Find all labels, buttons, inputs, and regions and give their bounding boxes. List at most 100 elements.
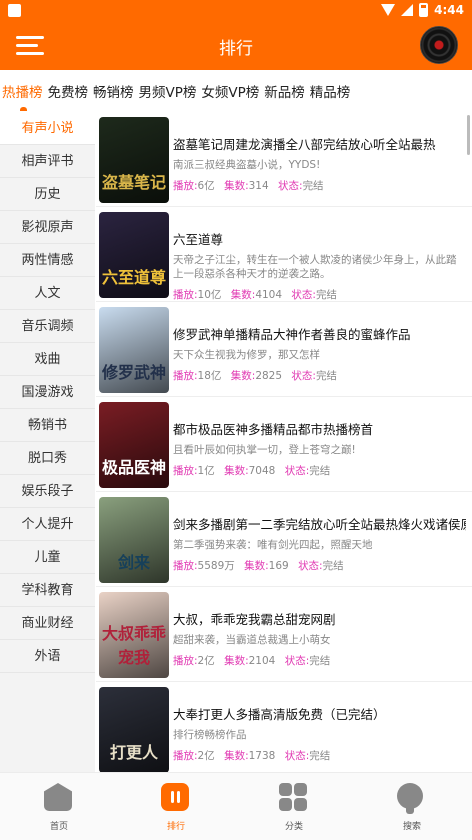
list-item[interactable]: 打更人 大奉打更人多播高清版免费（已完结） 排行榜畅榜作品 播放:2亿 集数:1…: [96, 682, 472, 772]
tab-1[interactable]: 免费榜: [48, 81, 89, 101]
tab-6[interactable]: 精品榜: [310, 81, 351, 101]
list-item[interactable]: 大叔乖乖宠我 大叔，乖乖宠我霸总甜宠网剧 超甜来袭，当霸道总裁遇上小萌女 播放:…: [96, 587, 472, 682]
nav-search-label: 搜索: [402, 822, 421, 832]
book-meta: 播放:18亿 集数:2825 状态:完结: [173, 368, 466, 383]
vinyl-disc-icon[interactable]: [420, 26, 458, 64]
sidebar-item[interactable]: 畅销书: [0, 409, 95, 442]
cover-title: 盗墓笔记: [101, 173, 166, 192]
sidebar-item[interactable]: 两性情感: [0, 244, 95, 277]
episodes-label: 集数:: [224, 465, 249, 477]
plays-label: 播放:: [173, 655, 198, 667]
state-value: 完结: [315, 289, 337, 301]
nav-home[interactable]: 首页: [19, 783, 99, 832]
episodes-label: 集数:: [230, 289, 256, 301]
list-item[interactable]: 盗墓笔记 盗墓笔记周建龙演播全八部完结放心听全站最热 南派三叔经典盗墓小说，YY…: [96, 112, 472, 207]
state-label: 状态:: [278, 180, 303, 192]
tab-0[interactable]: 热播榜: [2, 81, 43, 111]
state-label: 状态:: [291, 370, 316, 382]
sidebar-item[interactable]: 学科教育: [0, 574, 95, 607]
category-sidebar: 有声小说 相声评书 历史 影视原声 两性情感 人文 音乐调频 戏曲 国漫游戏 畅销书 脱口秀 娱乐段子…: [0, 112, 95, 772]
tab-5[interactable]: 新品榜: [264, 81, 305, 101]
sidebar-item[interactable]: 音乐调频: [0, 310, 95, 343]
nav-category-label: 分类: [284, 822, 303, 832]
sidebar-item[interactable]: 有声小说: [0, 112, 95, 145]
sidebar-item[interactable]: 商业财经: [0, 607, 95, 640]
cover-title: 修罗武神: [101, 363, 166, 382]
state-value: 完结: [309, 465, 331, 477]
list-item[interactable]: 六至道尊 六至道尊 天帝之子江尘，转生在一个被人欺凌的诸侯少年身上，从此踏上一段…: [96, 207, 472, 302]
book-desc: 天下众生视我为修罗，那又怎样: [173, 349, 320, 361]
book-cover: 打更人: [99, 687, 169, 772]
notification-icon: [8, 4, 21, 17]
bottom-nav: 首页 排行 分类 搜索: [0, 772, 472, 840]
list-item[interactable]: 剑来 剑来多播剧第一二季完结放心听全站最热烽火戏诸侯原著 第二季强势来袭：唯有剑…: [96, 492, 472, 587]
book-desc: 第二季强势来袭：唯有剑光四起，照醒天地: [173, 539, 373, 551]
book-meta: 播放:10亿 集数:4104 状态:完结: [173, 287, 466, 302]
book-meta: 播放:1亿 集数:7048 状态:完结: [173, 463, 466, 478]
plays-value: 6亿: [197, 180, 215, 192]
sidebar-item[interactable]: 外语: [0, 640, 95, 673]
nav-category[interactable]: 分类: [254, 783, 334, 832]
state-value: 完结: [322, 560, 344, 572]
sidebar-item[interactable]: 娱乐段子: [0, 475, 95, 508]
state-label: 状态:: [284, 750, 310, 762]
sidebar-item[interactable]: 历史: [0, 178, 95, 211]
book-meta: 播放:5589万 集数:169 状态:完结: [173, 558, 466, 573]
episodes-value: 2825: [255, 370, 283, 382]
book-list: 盗墓笔记 盗墓笔记周建龙演播全八部完结放心听全站最热 南派三叔经典盗墓小说，YY…: [96, 112, 472, 772]
book-title: 大奉打更人多播高清版免费（已完结）: [173, 707, 386, 722]
search-icon: [397, 783, 423, 814]
episodes-label: 集数:: [244, 560, 269, 572]
episodes-value: 7048: [248, 465, 276, 477]
nav-home-label: 首页: [49, 822, 68, 832]
sidebar-item[interactable]: 人文: [0, 277, 95, 310]
book-desc: 天帝之子江尘，转生在一个被人欺凌的诸侯少年身上，从此踏上一段惡杀各种天才的逆袭之…: [173, 254, 457, 280]
sidebar-item[interactable]: 戏曲: [0, 343, 95, 376]
nav-search[interactable]: 搜索: [372, 783, 452, 832]
battery-icon: [419, 3, 429, 17]
plays-value: 1亿: [197, 465, 215, 477]
sidebar-item[interactable]: 国漫游戏: [0, 376, 95, 409]
book-cover: 修罗武神: [99, 307, 169, 393]
tab-3[interactable]: 男频VP榜: [139, 81, 197, 101]
state-label: 状态:: [284, 465, 310, 477]
cover-title: 剑来: [117, 553, 150, 572]
cover-title: 打更人: [109, 743, 158, 762]
book-title: 修罗武神单播精品大神作者善良的蜜蜂作品: [173, 327, 411, 342]
state-value: 完结: [309, 750, 331, 762]
plays-value: 5589万: [197, 560, 235, 572]
plays-value: 18亿: [197, 370, 222, 382]
plays-label: 播放:: [173, 370, 198, 382]
sidebar-item[interactable]: 影视原声: [0, 211, 95, 244]
book-meta: 播放:6亿 集数:314 状态:完结: [173, 178, 466, 193]
nav-rank[interactable]: 排行: [136, 783, 216, 832]
plays-label: 播放:: [173, 560, 198, 572]
episodes-value: 314: [248, 180, 269, 192]
tab-4[interactable]: 女频VP榜: [201, 81, 259, 101]
plays-label: 播放:: [173, 750, 198, 762]
home-icon: [44, 783, 72, 811]
sidebar-item[interactable]: 儿童: [0, 541, 95, 574]
sidebar-item[interactable]: 个人提升: [0, 508, 95, 541]
tab-2[interactable]: 畅销榜: [93, 81, 134, 101]
cover-title: 大叔乖乖宠我: [101, 624, 166, 667]
book-cover: 剑来: [99, 497, 169, 583]
app-bar: 排行: [0, 22, 472, 70]
book-desc: 排行榜畅榜作品: [173, 729, 247, 741]
list-item[interactable]: 极品医神 都市极品医神多播精品都市热播榜首 且看叶辰如何执掌一切，登上苍穹之巅!…: [96, 397, 472, 492]
scrollbar[interactable]: [467, 115, 470, 155]
sidebar-item[interactable]: 脱口秀: [0, 442, 95, 475]
rank-tabs: 热播榜 免费榜 畅销榜 男频VP榜 女频VP榜 新品榜 精品榜: [0, 70, 472, 112]
book-desc: 超甜来袭，当霸道总裁遇上小萌女: [173, 634, 331, 646]
state-label: 状态:: [298, 560, 323, 572]
sidebar-item[interactable]: 相声评书: [0, 145, 95, 178]
list-item[interactable]: 修罗武神 修罗武神单播精品大神作者善良的蜜蜂作品 天下众生视我为修罗，那又怎样 …: [96, 302, 472, 397]
episodes-value: 4104: [255, 289, 283, 301]
cover-title: 极品医神: [101, 458, 166, 477]
book-title: 都市极品医神多播精品都市热播榜首: [173, 422, 374, 437]
book-desc: 且看叶辰如何执掌一切，登上苍穹之巅!: [173, 444, 356, 456]
nav-rank-label: 排行: [166, 822, 185, 832]
book-title: 大叔，乖乖宠我霸总甜宠网剧: [173, 612, 336, 627]
state-value: 完结: [309, 655, 331, 667]
page-title: 排行: [219, 39, 253, 59]
